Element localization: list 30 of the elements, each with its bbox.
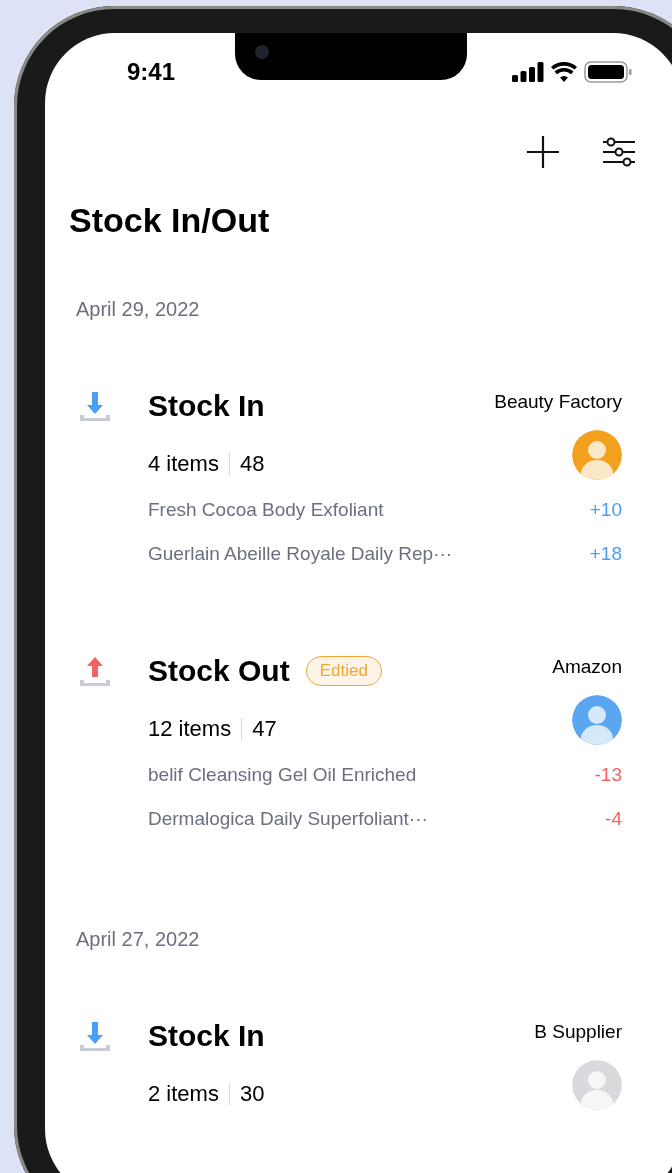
entry-title: Stock In xyxy=(148,388,265,424)
entry-title: Stock Out xyxy=(148,653,290,689)
page-title: Stock In/Out xyxy=(69,200,271,241)
supplier-name: B Supplier xyxy=(534,1020,622,1044)
product-name: Dermalogica Daily Superfoliant··· xyxy=(148,807,428,831)
product-name: belif Cleansing Gel Oil Enriched xyxy=(148,763,417,787)
edited-badge: Edtied xyxy=(305,656,382,686)
supplier-name: Beauty Factory xyxy=(494,390,622,414)
product-name: Guerlain Abeille Royale Daily Rep··· xyxy=(148,542,453,566)
quantity-change: +10 xyxy=(589,498,622,522)
supplier-name: Amazon xyxy=(552,655,622,679)
item-count: 2 items xyxy=(148,1081,219,1107)
filter-icon[interactable] xyxy=(602,135,636,169)
item-count: 4 items xyxy=(148,451,219,477)
signal-icon xyxy=(512,62,544,82)
date-header: April 29, 2022 xyxy=(75,297,201,322)
status-time: 9:41 xyxy=(127,58,176,86)
item-count: 12 items xyxy=(148,716,232,742)
add-icon[interactable] xyxy=(526,135,560,169)
date-header: April 27, 2022 xyxy=(75,927,201,952)
quantity-total: 30 xyxy=(239,1081,265,1107)
quantity-change: +18 xyxy=(589,542,622,566)
entry-title: Stock In xyxy=(148,1018,265,1054)
quantity-total: 47 xyxy=(252,716,277,742)
battery-icon xyxy=(584,61,632,83)
quantity-total: 48 xyxy=(239,451,265,477)
product-name: Fresh Cocoa Body Exfoliant xyxy=(148,498,384,522)
quantity-change: -13 xyxy=(594,763,622,787)
quantity-change: -4 xyxy=(605,807,622,831)
wifi-icon xyxy=(551,62,577,82)
